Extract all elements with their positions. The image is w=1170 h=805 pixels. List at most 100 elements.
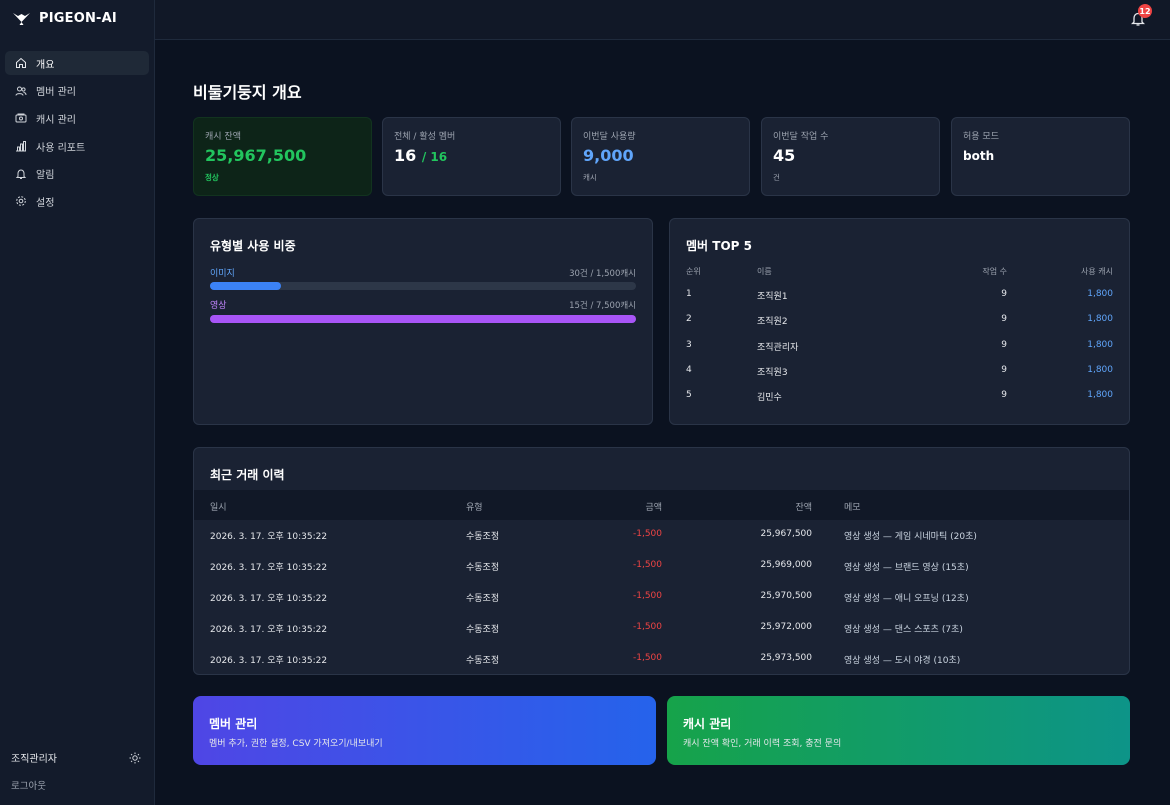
- action-description: 캐시 잔액 확인, 거래 이력 조회, 충전 문의: [683, 739, 842, 749]
- transaction-balance: 25,972,000: [760, 622, 812, 632]
- transaction-amount: -1,500: [632, 653, 662, 663]
- usage-label-video: 영상: [210, 301, 227, 311]
- stat-label: 허용 모드: [963, 132, 999, 142]
- notification-count-badge: 12: [1138, 4, 1152, 18]
- transaction-date: 2026. 3. 17. 오후 10:35:22: [210, 625, 328, 635]
- sidebar-item-label: 개요: [36, 59, 55, 71]
- transaction-balance: 25,967,500: [760, 529, 812, 539]
- usage-info-image: 30건 / 1,500캐시: [569, 269, 636, 279]
- usage-by-type-panel: 유형별 사용 비중 이미지 30건 / 1,500캐시 영상 15건 / 7,5…: [193, 218, 653, 425]
- usage-bar-fill-image: [210, 282, 281, 290]
- top-member-jobs: 9: [1001, 314, 1007, 325]
- transaction-memo: 영상 생성 — 도시 야경 (10초): [844, 656, 961, 666]
- table-row: 2026. 3. 17. 오후 10:35:22 수동조정 -1,500 25,967…: [194, 520, 1129, 551]
- transaction-type: 수동조정: [466, 656, 500, 666]
- transaction-date: 2026. 3. 17. 오후 10:35:22: [210, 594, 328, 604]
- stat-value: 25,967,500: [205, 146, 307, 165]
- col-header-cash: 사용 캐시: [1081, 267, 1113, 276]
- table-row: 2026. 3. 17. 오후 10:35:22 수동조정 -1,500 25,969…: [194, 551, 1129, 582]
- top-member-name: 조직원3: [757, 367, 788, 378]
- transaction-type: 수동조정: [466, 594, 500, 604]
- transaction-memo: 영상 생성 — 게임 시네마틱 (20초): [844, 532, 977, 542]
- sidebar-nav: 개요 멤버 관리 캐시 관리 사용 리포트 알림 설정: [5, 51, 149, 217]
- top-member-name: 조직원1: [757, 292, 788, 302]
- col-header-balance: 잔액: [795, 503, 812, 513]
- transaction-memo: 영상 생성 — 브랜드 영상 (15초): [844, 563, 969, 573]
- action-description: 멤버 추가, 권한 설정, CSV 가져오기/내보내기: [209, 739, 383, 749]
- transaction-date: 2026. 3. 17. 오후 10:35:22: [210, 532, 328, 542]
- users-icon: [15, 85, 27, 97]
- usage-bar-fill-video: [210, 315, 636, 323]
- sidebar: PIGEON-AI 개요 멤버 관리 캐시 관리 사용 리포트 알림 설정 조직…: [0, 0, 155, 805]
- action-title: 멤버 관리: [209, 717, 258, 731]
- transaction-amount: -1,500: [632, 529, 662, 539]
- page-title: 비둘기둥지 개요: [193, 83, 302, 102]
- col-header-date: 일시: [210, 503, 227, 513]
- col-header-amount: 금액: [645, 503, 662, 513]
- stat-label: 캐시 잔액: [205, 132, 241, 142]
- col-header-memo: 메모: [844, 503, 861, 513]
- top-member-rank: 2: [686, 314, 692, 325]
- top-member-name: 김민수: [757, 393, 782, 404]
- top-member-name: 조직원2: [757, 317, 788, 328]
- top-member-cash: 1,800: [1087, 289, 1113, 299]
- stat-card-members: 전체 / 활성 멤버 16 / 16: [382, 117, 561, 196]
- col-header-rank: 순위: [686, 267, 701, 276]
- top-members-panel: 멤버 TOP 5 순위 이름 작업 수 사용 캐시 1 조직원1 9 1,800 2 조직…: [669, 218, 1130, 425]
- col-header-type: 유형: [466, 503, 483, 513]
- sidebar-item-label: 알림: [36, 170, 55, 182]
- recent-transactions-panel: 최근 거래 이력 일시 유형 금액 잔액 메모 2026. 3. 17. 오후 …: [193, 447, 1130, 675]
- transactions-table-header: 일시 유형 금액 잔액 메모: [194, 490, 1129, 520]
- table-row: 2026. 3. 17. 오후 10:35:22 수동조정 -1,500 25,973…: [194, 644, 1129, 674]
- top-member-jobs: 9: [1001, 339, 1007, 350]
- transaction-type: 수동조정: [466, 563, 500, 573]
- brand[interactable]: PIGEON-AI: [12, 11, 117, 26]
- sidebar-item-label: 멤버 관리: [36, 87, 76, 99]
- cash-management-card[interactable]: 캐시 관리 캐시 잔액 확인, 거래 이력 조회, 충전 문의: [667, 696, 1130, 765]
- transaction-date: 2026. 3. 17. 오후 10:35:22: [210, 563, 328, 573]
- sidebar-item-label: 사용 리포트: [36, 142, 86, 154]
- gear-icon: [15, 195, 27, 207]
- transaction-amount: -1,500: [632, 560, 662, 570]
- stat-card-monthly-jobs: 이번달 작업 수 45 건: [761, 117, 940, 196]
- brand-name: PIGEON-AI: [39, 11, 117, 26]
- sidebar-item-label: 설정: [36, 197, 55, 209]
- user-name: 조직관리자: [11, 754, 57, 765]
- stat-card-monthly-usage: 이번달 사용량 9,000 캐시: [571, 117, 750, 196]
- sidebar-item-overview[interactable]: 개요: [5, 51, 149, 75]
- stat-card-cash-balance: 캐시 잔액 25,967,500 정상: [193, 117, 372, 196]
- sidebar-item-settings[interactable]: 설정: [5, 189, 149, 213]
- stat-label: 이번달 작업 수: [773, 132, 829, 142]
- transaction-amount: -1,500: [632, 622, 662, 632]
- home-icon: [15, 57, 27, 69]
- stat-label: 이번달 사용량: [583, 132, 636, 142]
- top-member-cash: 1,800: [1087, 390, 1113, 401]
- total-members-value: 16: [394, 146, 417, 165]
- transaction-balance: 25,969,000: [760, 560, 812, 570]
- transaction-amount: -1,500: [632, 591, 662, 601]
- sidebar-item-members[interactable]: 멤버 관리: [5, 79, 149, 103]
- sidebar-item-cash[interactable]: 캐시 관리: [5, 106, 149, 130]
- sidebar-item-reports[interactable]: 사용 리포트: [5, 134, 149, 158]
- top-member-jobs: 9: [1001, 289, 1007, 299]
- main-content: 비둘기둥지 개요 캐시 잔액 25,967,500 정상 전체 / 활성 멤버 …: [155, 40, 1170, 805]
- sidebar-item-alerts[interactable]: 알림: [5, 162, 149, 186]
- top-member-rank: 5: [686, 390, 692, 401]
- theme-toggle-sun-icon[interactable]: [129, 752, 141, 764]
- wallet-icon: [15, 112, 27, 124]
- transaction-date: 2026. 3. 17. 오후 10:35:22: [210, 656, 328, 666]
- table-row: 2026. 3. 17. 오후 10:35:22 수동조정 -1,500 25,970…: [194, 582, 1129, 613]
- section-title: 최근 거래 이력: [210, 468, 285, 482]
- top-member-rank: 3: [686, 339, 692, 350]
- transaction-balance: 25,973,500: [760, 653, 812, 663]
- usage-bar-track-image: [210, 282, 636, 290]
- stat-status: 정상: [205, 173, 219, 182]
- stat-unit: 캐시: [583, 173, 597, 182]
- col-header-jobs: 작업 수: [982, 267, 1007, 276]
- stat-value: 9,000: [583, 146, 634, 165]
- member-management-card[interactable]: 멤버 관리 멤버 추가, 권한 설정, CSV 가져오기/내보내기: [193, 696, 656, 765]
- top-member-cash: 1,800: [1087, 364, 1113, 375]
- transaction-memo: 영상 생성 — 애니 오프닝 (12초): [844, 594, 969, 604]
- table-row: 2026. 3. 17. 오후 10:35:22 수동조정 -1,500 25,972…: [194, 613, 1129, 644]
- logout-link[interactable]: 로그아웃: [11, 778, 46, 792]
